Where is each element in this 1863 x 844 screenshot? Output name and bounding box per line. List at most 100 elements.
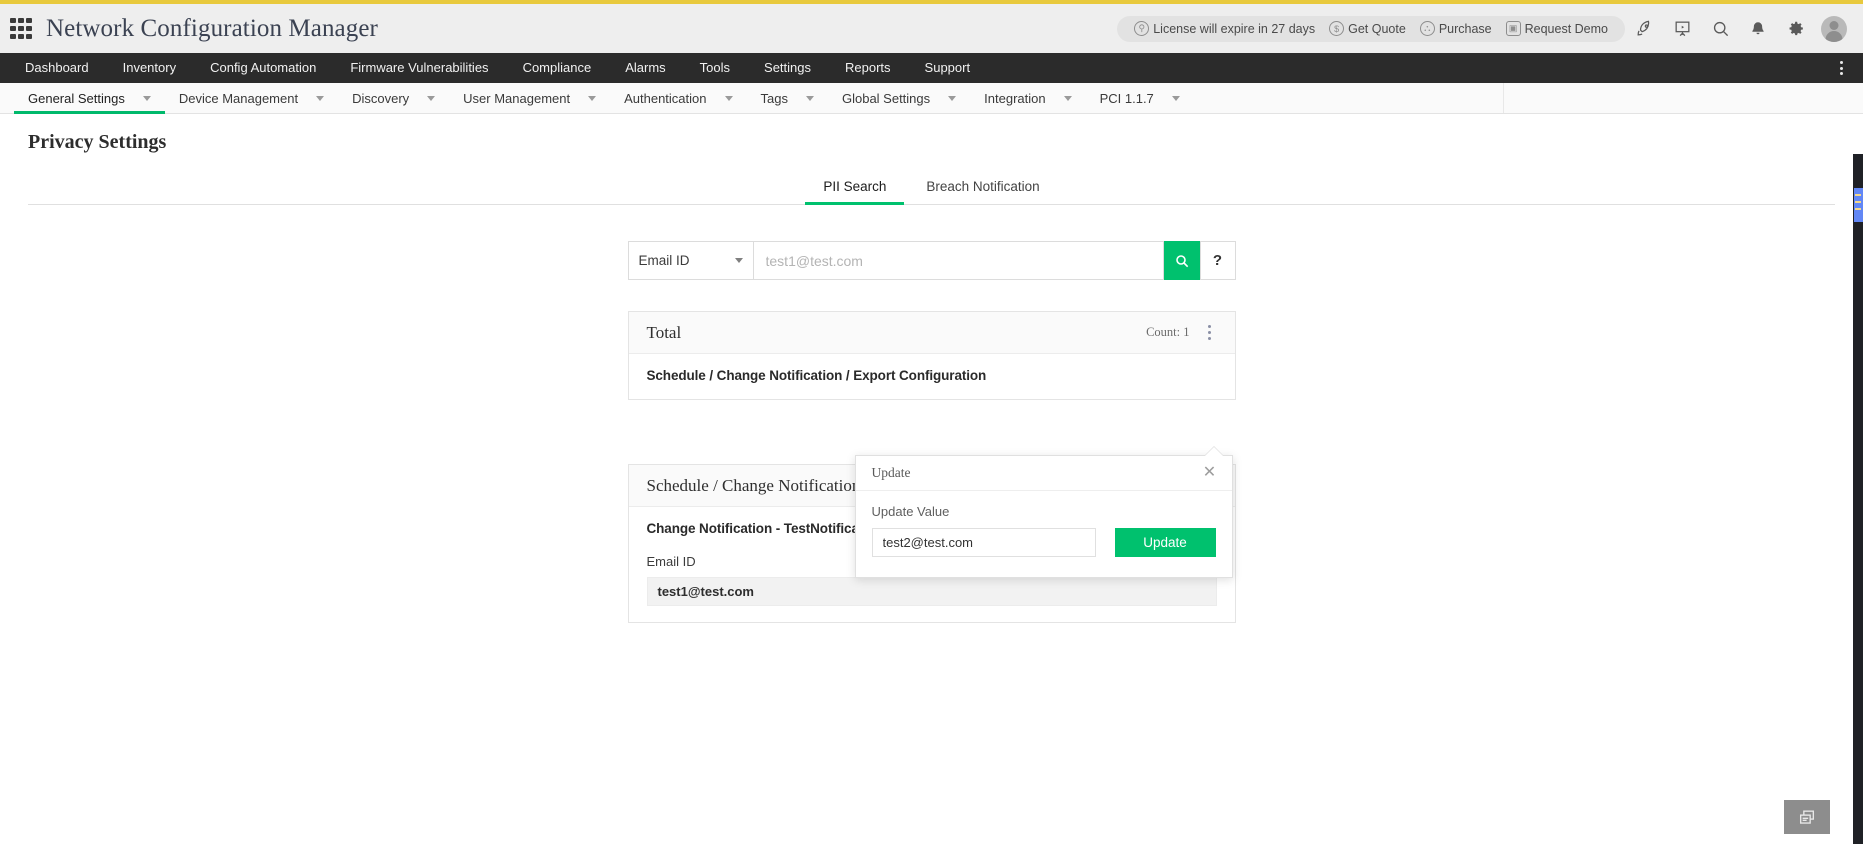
copy-layers-button[interactable]	[1784, 800, 1830, 834]
license-expiry: ⚲ License will expire in 27 days	[1129, 21, 1320, 36]
nav-overflow-menu-icon[interactable]	[1831, 53, 1851, 83]
purchase-label: Purchase	[1438, 21, 1492, 36]
subnav-item-user-management[interactable]: User Management	[449, 83, 610, 113]
subnav-item-authentication[interactable]: Authentication	[610, 83, 746, 113]
license-pill: ⚲ License will expire in 27 days $ Get Q…	[1117, 15, 1625, 42]
presentation-icon[interactable]	[1663, 9, 1701, 49]
subnav-label: Global Settings	[841, 90, 931, 106]
subnav-item-device-management[interactable]: Device Management	[165, 83, 338, 113]
nav-item-reports[interactable]: Reports	[828, 53, 908, 83]
bell-icon[interactable]	[1739, 9, 1777, 49]
nav-item-compliance[interactable]: Compliance	[506, 53, 609, 83]
chevron-down-icon	[427, 95, 436, 101]
nav-item-tools[interactable]: Tools	[683, 53, 747, 83]
nav-item-config-automation[interactable]: Config Automation	[193, 53, 333, 83]
nav-item-settings[interactable]: Settings	[747, 53, 828, 83]
tab-label: Breach Notification	[926, 179, 1040, 194]
nav-item-inventory[interactable]: Inventory	[106, 53, 193, 83]
page-title: Privacy Settings	[28, 131, 167, 153]
search-results-column: Email ID ? Total Count: 1 Schedule / C	[627, 205, 1236, 623]
update-value-label: Update Value	[871, 504, 950, 519]
subnav-label: PCI 1.1.7	[1099, 90, 1154, 106]
page-tabs: PII Search Breach Notification	[28, 168, 1835, 205]
chevron-down-icon	[734, 258, 743, 263]
side-panel-handle[interactable]	[1854, 188, 1863, 222]
subnav-item-discovery[interactable]: Discovery	[338, 83, 449, 113]
subnav-spacer	[1194, 83, 1503, 113]
request-demo-label: Request Demo	[1524, 21, 1608, 36]
rocket-icon[interactable]	[1625, 9, 1663, 49]
license-key-icon: ⚲	[1134, 21, 1150, 36]
total-card-count: Count: 1	[1146, 325, 1190, 339]
primary-nav: Dashboard Inventory Config Automation Fi…	[0, 53, 1863, 83]
total-card-title: Total	[646, 322, 682, 342]
chevron-down-icon	[588, 95, 597, 101]
gear-icon[interactable]	[1777, 9, 1815, 49]
search-field-select[interactable]: Email ID	[627, 241, 754, 280]
chevron-down-icon	[142, 95, 151, 101]
grid-apps-icon[interactable]	[10, 17, 32, 40]
total-card-header: Total Count: 1	[628, 312, 1235, 354]
avatar[interactable]	[1821, 15, 1847, 42]
subnav-item-global-settings[interactable]: Global Settings	[828, 83, 970, 113]
subnav-label: General Settings	[28, 90, 125, 106]
chevron-down-icon	[316, 95, 325, 101]
update-submit-button[interactable]: Update	[1114, 528, 1216, 557]
subnav-label: Device Management	[178, 90, 299, 106]
close-icon[interactable]: ✕	[1200, 463, 1220, 483]
subnav-right-block	[1503, 83, 1863, 113]
update-popup-title: Update	[871, 465, 911, 480]
chevron-down-icon	[724, 95, 733, 101]
app-header: Network Configuration Manager ⚲ License …	[0, 4, 1863, 53]
chevron-down-icon	[1063, 95, 1072, 101]
subnav-label: User Management	[463, 90, 571, 106]
purchase-link[interactable]: ⛬ Purchase	[1415, 21, 1497, 36]
search-field-value: Email ID	[638, 253, 690, 268]
subnav-item-pci[interactable]: PCI 1.1.7	[1086, 83, 1194, 113]
nav-item-firmware-vulnerabilities[interactable]: Firmware Vulnerabilities	[333, 53, 505, 83]
copy-layers-icon	[1799, 809, 1815, 824]
total-card-body: Schedule / Change Notification / Export …	[629, 354, 1235, 399]
update-value-input[interactable]	[871, 528, 1096, 557]
total-card-row-title: Schedule / Change Notification / Export …	[646, 368, 987, 383]
subnav-label: Tags	[760, 90, 788, 106]
search-bar: Email ID ?	[627, 241, 1236, 280]
chevron-down-icon	[1171, 95, 1180, 101]
subnav-item-tags[interactable]: Tags	[747, 83, 828, 113]
search-icon[interactable]	[1701, 9, 1739, 49]
search-input[interactable]	[753, 241, 1164, 280]
tab-label: PII Search	[823, 179, 887, 194]
get-quote-link[interactable]: $ Get Quote	[1324, 21, 1411, 36]
update-popup-row: Update	[871, 528, 1216, 557]
detail-field-value: test1@test.com	[646, 577, 1217, 606]
request-demo-link[interactable]: ▣ Request Demo	[1501, 21, 1613, 36]
tab-breach-notification[interactable]: Breach Notification	[908, 168, 1057, 204]
update-popup-header: Update ✕	[855, 456, 1232, 491]
monitor-icon: ▣	[1505, 21, 1521, 36]
subnav-label: Discovery	[352, 90, 410, 106]
total-card: Total Count: 1 Schedule / Change Notific…	[627, 311, 1236, 400]
update-popup-body: Update Value Update	[856, 491, 1232, 577]
page-content: Privacy Settings PII Search Breach Notif…	[0, 114, 1863, 623]
right-edge-panel	[1853, 154, 1863, 844]
dollar-icon: $	[1329, 21, 1345, 36]
tab-pii-search[interactable]: PII Search	[805, 168, 905, 205]
update-popup: Update ✕ Update Value Update	[854, 455, 1233, 578]
subnav-item-integration[interactable]: Integration	[970, 83, 1085, 113]
license-expiry-label: License will expire in 27 days	[1153, 21, 1316, 36]
app-title: Network Configuration Manager	[46, 14, 378, 42]
search-button[interactable]	[1163, 241, 1200, 280]
chevron-down-icon	[948, 95, 957, 101]
total-card-menu-icon[interactable]	[1201, 321, 1219, 345]
chevron-down-icon	[805, 95, 814, 101]
get-quote-label: Get Quote	[1348, 21, 1406, 36]
nav-item-dashboard[interactable]: Dashboard	[8, 53, 106, 83]
search-icon	[1175, 254, 1188, 267]
cart-icon: ⛬	[1419, 21, 1435, 36]
subnav-label: Integration	[984, 90, 1046, 106]
nav-item-alarms[interactable]: Alarms	[608, 53, 682, 83]
nav-item-support[interactable]: Support	[908, 53, 988, 83]
subnav-item-general-settings[interactable]: General Settings	[14, 83, 165, 114]
secondary-nav: General Settings Device Management Disco…	[0, 83, 1863, 114]
help-button[interactable]: ?	[1199, 241, 1236, 280]
